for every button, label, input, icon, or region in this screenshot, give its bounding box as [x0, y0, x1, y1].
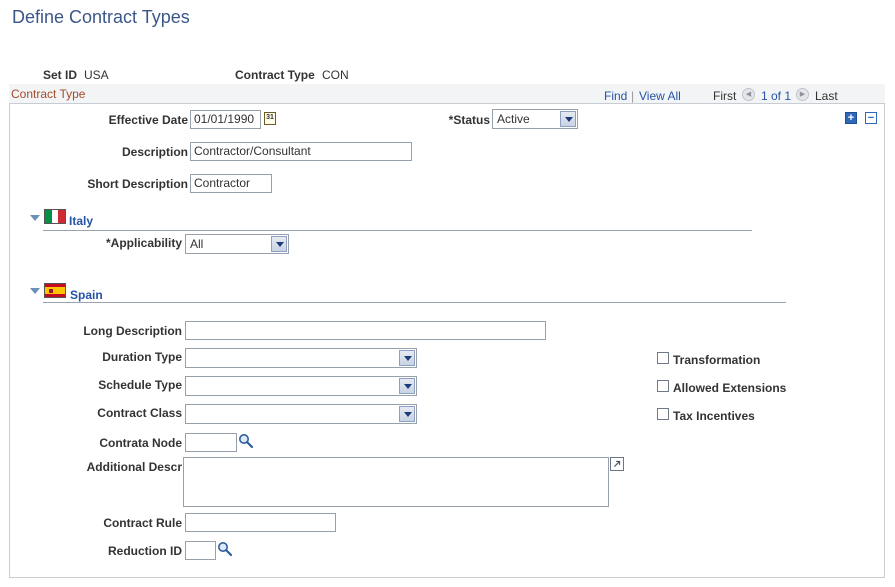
long-description-label: Long Description: [83, 324, 182, 338]
status-select[interactable]: Active: [492, 109, 578, 129]
setid-label: Set ID: [43, 68, 78, 82]
additional-descr-label: Additional Descr: [86, 460, 182, 474]
contract-rule-label: Contract Rule: [103, 516, 182, 530]
first-label: First: [713, 89, 737, 103]
last-label: Last: [815, 89, 838, 103]
contrata-node-label: Contrata Node: [99, 436, 182, 450]
effective-date-label: Effective Date: [108, 113, 188, 127]
description-label: Description: [121, 145, 188, 159]
schedule-type-select[interactable]: [185, 376, 417, 396]
status-selected-value: Active: [497, 112, 530, 126]
nav-separator: |: [631, 89, 635, 103]
duration-type-label: Duration Type: [102, 350, 182, 364]
row-count: 1 of 1: [761, 89, 792, 103]
chevron-down-icon: [399, 350, 415, 366]
transformation-label: Transformation: [673, 353, 761, 367]
add-row-icon[interactable]: +: [845, 112, 857, 124]
transformation-checkbox[interactable]: [657, 352, 669, 364]
short-description-input[interactable]: Contractor: [190, 174, 272, 193]
scroll-area-title: Contract Type: [11, 87, 86, 101]
reduction-id-input[interactable]: [185, 541, 216, 560]
calendar-icon[interactable]: 31: [264, 112, 276, 125]
status-label: *Status: [448, 113, 490, 127]
contrata-node-input[interactable]: [185, 433, 237, 452]
view-all-link[interactable]: View All: [639, 89, 681, 103]
contract-type-key-value: CON: [322, 68, 349, 82]
effective-date-input[interactable]: 01/01/1990: [190, 110, 261, 129]
setid-value: USA: [84, 68, 109, 82]
duration-type-select[interactable]: [185, 348, 417, 368]
page-title: Define Contract Types: [12, 7, 190, 27]
collapse-italy-icon[interactable]: [30, 215, 40, 221]
tax-incentives-checkbox[interactable]: [657, 408, 669, 420]
spain-section-title[interactable]: Spain: [70, 288, 103, 302]
allowed-extensions-checkbox[interactable]: [657, 380, 669, 392]
spain-divider: [43, 302, 786, 303]
reduction-id-label: Reduction ID: [108, 544, 182, 558]
spain-flag-icon: [44, 283, 66, 298]
applicability-selected-value: All: [190, 237, 204, 251]
italy-section-title[interactable]: Italy: [69, 214, 93, 228]
applicability-select[interactable]: All: [185, 234, 289, 254]
contract-type-key-label: Contract Type: [235, 68, 315, 82]
search-icon[interactable]: [217, 541, 233, 557]
find-link[interactable]: Find: [604, 89, 627, 103]
next-row-icon[interactable]: ▶: [796, 88, 809, 101]
chevron-down-icon: [399, 406, 415, 422]
contract-class-select[interactable]: [185, 404, 417, 424]
additional-descr-textarea[interactable]: [183, 457, 609, 507]
italy-divider: [43, 230, 752, 231]
short-description-label: Short Description: [87, 177, 188, 191]
chevron-down-icon: [399, 378, 415, 394]
expand-textarea-icon[interactable]: [610, 457, 624, 471]
contract-class-label: Contract Class: [97, 406, 182, 420]
applicability-label: *Applicability: [105, 236, 182, 250]
description-input[interactable]: Contractor/Consultant: [190, 142, 412, 161]
contract-rule-input[interactable]: [185, 513, 336, 532]
chevron-down-icon: [271, 236, 287, 252]
collapse-spain-icon[interactable]: [30, 288, 40, 294]
schedule-type-label: Schedule Type: [98, 378, 182, 392]
previous-row-icon[interactable]: ◀: [742, 88, 755, 101]
search-icon[interactable]: [238, 433, 254, 449]
tax-incentives-label: Tax Incentives: [673, 409, 755, 423]
long-description-input[interactable]: [185, 321, 546, 340]
allowed-extensions-label: Allowed Extensions: [673, 381, 787, 395]
italy-flag-icon: [44, 209, 66, 224]
delete-row-icon[interactable]: −: [865, 112, 877, 124]
chevron-down-icon: [560, 111, 576, 127]
